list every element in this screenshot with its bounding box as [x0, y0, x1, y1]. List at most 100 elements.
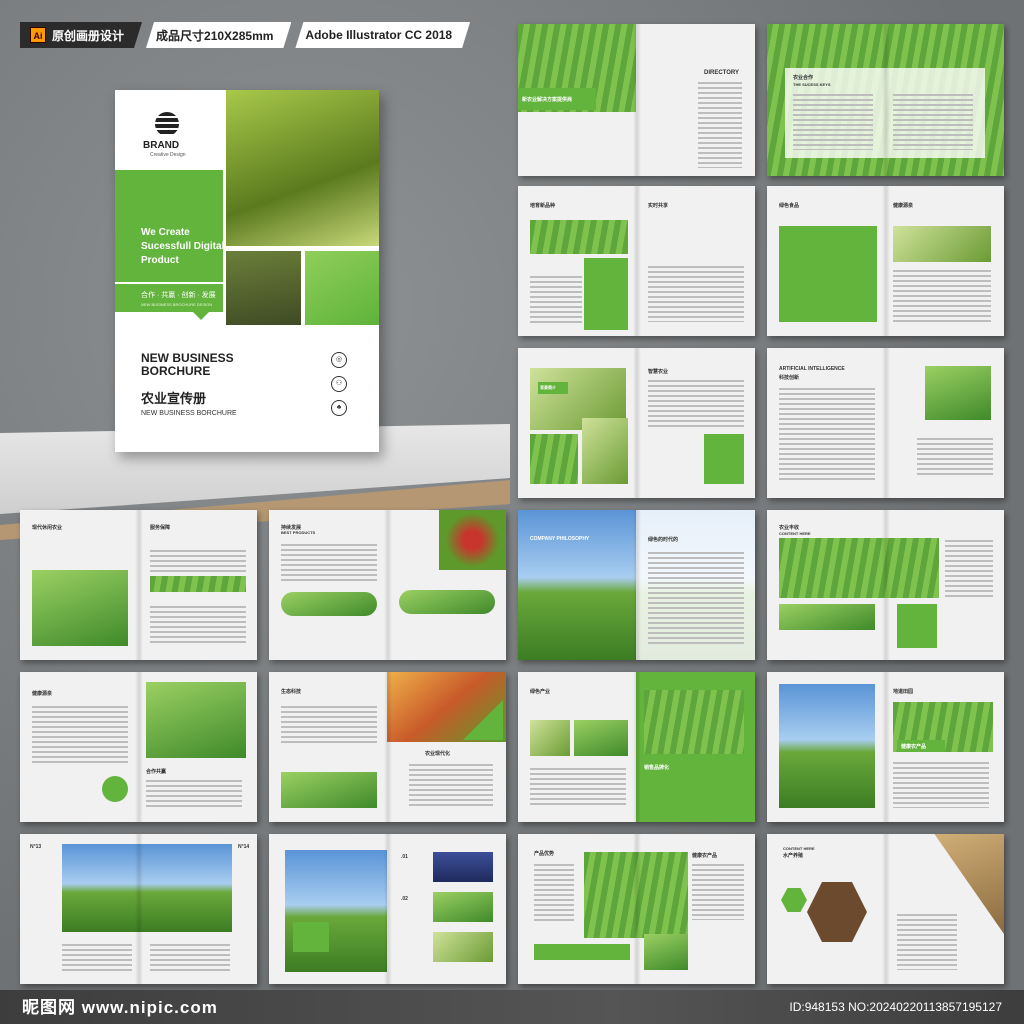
stat-circle	[102, 776, 128, 802]
text-block	[793, 94, 873, 150]
spread-title-2: 合作共赢	[146, 769, 167, 775]
item-number-2: .02	[401, 896, 408, 902]
cover-title-cn: 农业宣传册	[141, 391, 207, 406]
cover-field-image	[226, 90, 379, 246]
brochure-cover: BRAND Creative Design We Create Sucessfu…	[115, 90, 379, 452]
cover-title: NEW BUSINESS BORCHURE	[141, 351, 234, 378]
text-block	[150, 606, 246, 646]
green-panel	[584, 258, 628, 330]
watermark-site: 昵图网 www.nipic.com	[22, 998, 218, 1017]
text-block	[893, 762, 989, 808]
spread-5: 背景简介 智慧农业	[518, 348, 755, 498]
spread-title-2: 智慧农业	[648, 369, 669, 375]
location-icon: ◎	[331, 352, 347, 368]
spread-2: 农业合作 THE SUCESS KEYS	[767, 24, 1004, 176]
text-block	[32, 706, 128, 766]
mountain-landscape-image	[62, 844, 232, 932]
cover-slogan: We Create Sucessfull Digital Product	[141, 227, 225, 266]
spread-10: 农业丰收 CONTENT HERE	[767, 510, 1004, 660]
tag-label: 成品尺寸210X285mm	[156, 28, 274, 43]
image-row	[150, 576, 246, 592]
spread-title-2: 绿色的时代的	[648, 537, 679, 543]
seedling-image	[925, 366, 991, 420]
spread-9: COMPANY PHILOSOPHY 绿色的时代的	[518, 510, 755, 660]
aerial-field-image	[584, 852, 688, 938]
team-list	[648, 266, 744, 322]
field-image-row	[281, 772, 377, 808]
spread-title: 新农业解决方案提供商	[522, 97, 573, 103]
tag-label: Adobe Illustrator CC 2018	[305, 28, 453, 42]
text-block	[893, 270, 991, 322]
tablet-plant-image	[433, 892, 493, 922]
spread-title: 绿色产业	[530, 689, 551, 695]
cover-title-sub: NEW BUSINESS BORCHURE	[141, 410, 237, 417]
sprinkler-image	[574, 720, 628, 756]
spread-title-2: 科技创新	[779, 375, 800, 381]
image-row	[779, 604, 875, 630]
spread-subtitle: BEST PRODUCTS	[281, 530, 316, 535]
spread-subtitle: THE SUCESS KEYS	[793, 82, 831, 87]
spread-title: ARTIFICIAL INTELLIGENCE	[779, 366, 845, 372]
image-grid	[146, 682, 246, 758]
spread-title: 现代休闲农业	[32, 525, 63, 531]
text-block	[692, 864, 744, 920]
spread-title-2: 健康农产品	[901, 744, 927, 750]
text-block	[150, 944, 230, 974]
spread-4: 绿色食品 健康源泉	[767, 186, 1004, 336]
spread-8: 持续发展 BEST PRODUCTS	[269, 510, 506, 660]
text-block	[281, 706, 377, 746]
plant-icon: ♣	[331, 400, 347, 416]
cover-pointer	[193, 312, 209, 320]
hill-landscape-image	[779, 684, 875, 808]
text-block	[530, 276, 582, 324]
apple-image	[439, 510, 506, 570]
product-circles-2	[399, 590, 495, 614]
text-block	[281, 544, 377, 584]
green-panel	[704, 434, 744, 484]
spread-subtitle: CONTENT HERE	[779, 531, 811, 536]
spread-title: 水产养殖	[783, 853, 804, 859]
spread-title: 背景简介	[540, 385, 556, 390]
directory-list	[698, 82, 742, 168]
product-circles	[281, 592, 377, 616]
spread-13: 绿色产业 销售品牌化	[518, 672, 755, 822]
spread-16: .01 .02	[269, 834, 506, 984]
text-block	[150, 550, 246, 572]
spread-title: 生态科技	[281, 689, 302, 695]
info-tag-bar: Ai 原创画册设计 成品尺寸210X285mm Adobe Illustrato…	[20, 22, 474, 48]
spread-14: 地道田园 健康农产品	[767, 672, 1004, 822]
item-number-1: .01	[401, 854, 408, 860]
brand-logo-icon	[155, 112, 179, 136]
text-block	[893, 94, 973, 150]
spread-title: 绿色食品	[779, 203, 800, 209]
product-grid	[779, 226, 877, 322]
text-block	[648, 380, 744, 430]
text-block	[62, 944, 132, 974]
spread-12: 生态科技 农业现代化	[269, 672, 506, 822]
tag-software: Adobe Illustrator CC 2018	[295, 22, 470, 48]
spread-15: N°13 N°14	[20, 834, 257, 984]
terrace-image	[644, 690, 744, 754]
field-image	[530, 220, 628, 254]
icon-list	[409, 764, 493, 808]
text-block	[146, 780, 242, 808]
field-image-2	[582, 418, 628, 484]
plantation-image	[779, 538, 939, 598]
text-block	[534, 864, 574, 924]
spread-title-2: 健康农产品	[692, 853, 718, 859]
spread-3: 培育新品种 实时共享	[518, 186, 755, 336]
brand-subtitle: Creative Design	[150, 152, 186, 158]
text-block	[917, 438, 993, 478]
spread-18: 水产养殖 CONTENT HERE	[767, 834, 1004, 984]
hand-soil-image	[433, 932, 493, 962]
page-number-right: N°14	[238, 844, 250, 850]
wheat-field-sky-image	[285, 850, 387, 972]
sprout-image	[32, 570, 128, 646]
spread-11: 健康源泉 合作共赢	[20, 672, 257, 822]
spread-title: 地道田园	[893, 689, 914, 695]
hexagon-green	[781, 888, 807, 912]
hexagon-image	[807, 882, 867, 942]
brand-name: BRAND	[143, 140, 180, 151]
wheat-image	[530, 720, 570, 756]
spread-title: 健康源泉	[32, 691, 53, 697]
